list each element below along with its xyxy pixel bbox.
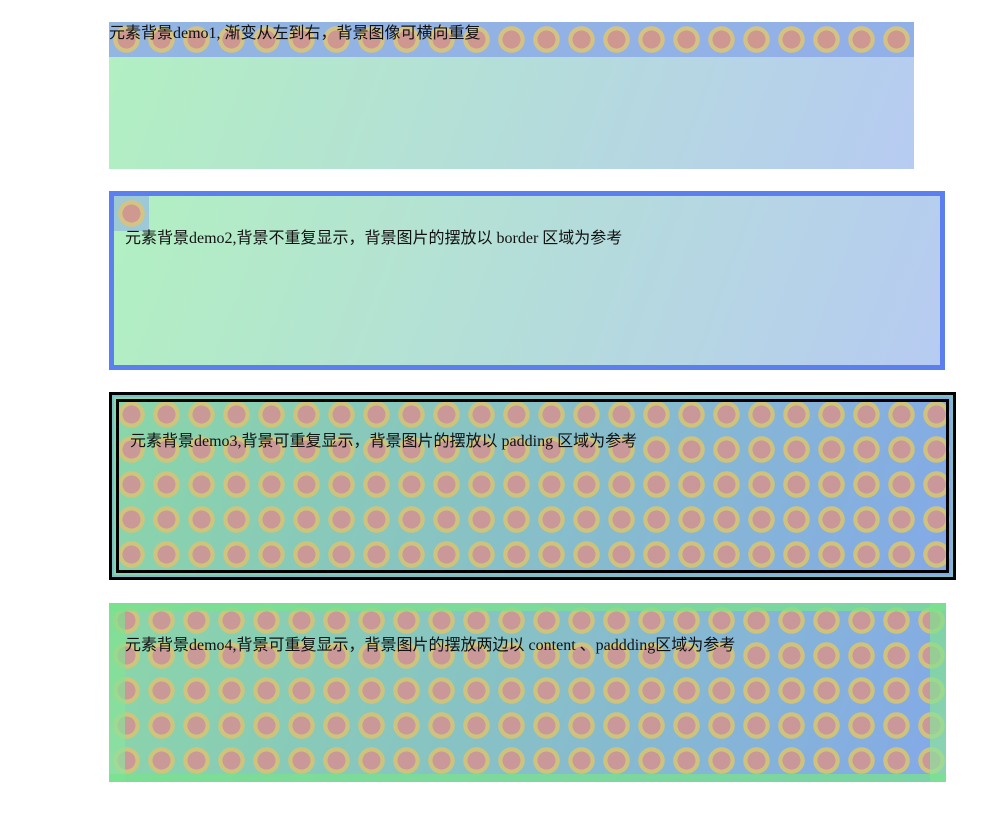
demo-4-top-padding [109, 603, 946, 611]
demo-3-inner-border [116, 399, 949, 573]
background-demo-3: 元素背景demo3,背景可重复显示，背景图片的摆放以 padding 区域为参考 [109, 392, 956, 580]
demo-2-description: 元素背景demo2,背景不重复显示，背景图片的摆放以 border 区域为参考 [125, 230, 623, 247]
coin-icon [114, 196, 149, 231]
background-demo-1: 元素背景demo1, 渐变从左到右，背景图像可横向重复 [109, 22, 914, 169]
demo-4-bottom-padding [109, 774, 946, 782]
demo-4-right-padding [930, 603, 946, 782]
demo-1-description: 元素背景demo1, 渐变从左到右，背景图像可横向重复 [109, 25, 481, 42]
demo-3-description: 元素背景demo3,背景可重复显示，背景图片的摆放以 padding 区域为参考 [130, 433, 638, 450]
background-demo-2: 元素背景demo2,背景不重复显示，背景图片的摆放以 border 区域为参考 [109, 191, 945, 370]
page: 元素背景demo1, 渐变从左到右，背景图像可横向重复 元素背景demo2,背景… [0, 0, 1006, 814]
demo-4-description: 元素背景demo4,背景可重复显示，背景图片的摆放两边以 content 、pa… [125, 637, 736, 654]
demo-4-left-padding [109, 603, 125, 782]
background-demo-4: 元素背景demo4,背景可重复显示，背景图片的摆放两边以 content 、pa… [109, 603, 946, 782]
